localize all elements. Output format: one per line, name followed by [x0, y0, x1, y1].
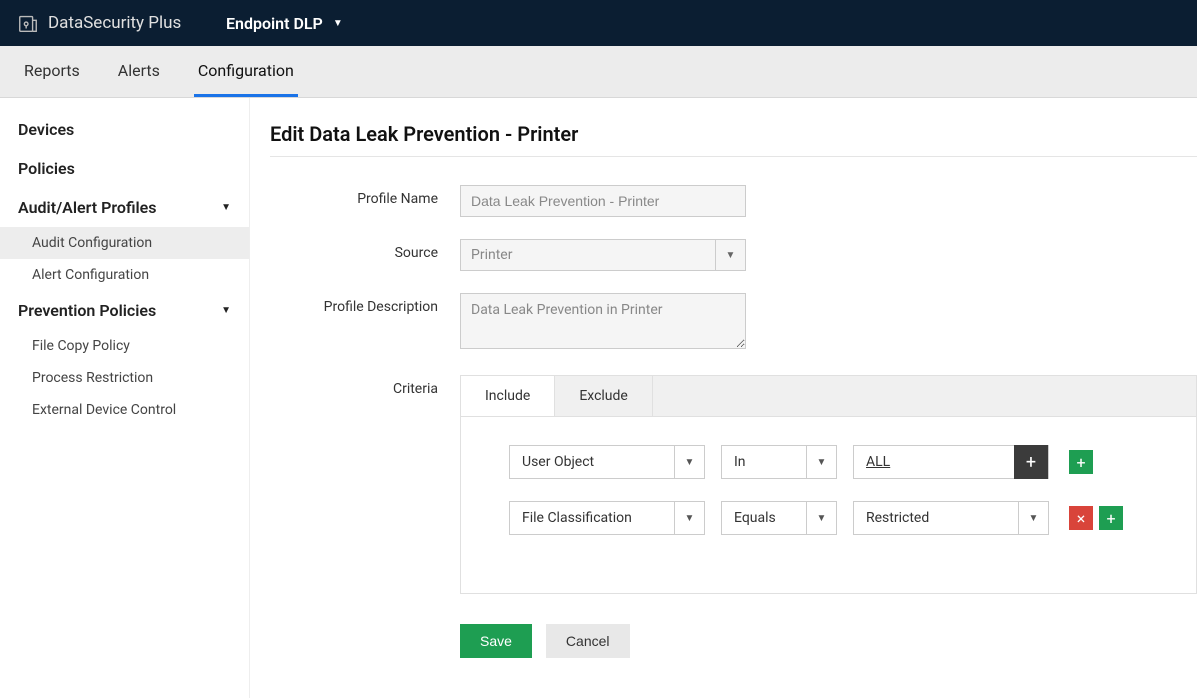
chevron-down-icon: ▼	[221, 202, 231, 213]
chevron-down-icon: ▼	[806, 446, 836, 478]
profile-description-input[interactable]	[460, 293, 746, 349]
sidebar-item-audit-alert-profiles[interactable]: Audit/Alert Profiles ▼	[0, 188, 249, 227]
module-selector[interactable]: Endpoint DLP ▼	[226, 14, 343, 33]
add-value-button[interactable]: +	[1014, 445, 1048, 479]
tab-alerts[interactable]: Alerts	[114, 46, 164, 97]
criteria-row: File Classification ▼ Equals ▼ Restricte…	[509, 501, 1164, 535]
criteria-field-select[interactable]: User Object ▼	[509, 445, 705, 479]
chevron-down-icon: ▼	[333, 18, 343, 29]
product-name: DataSecurity Plus	[48, 13, 181, 33]
source-select[interactable]: Printer ▼	[460, 239, 746, 271]
sidebar-item-devices[interactable]: Devices	[0, 110, 249, 149]
chevron-down-icon: ▼	[1018, 502, 1048, 534]
chevron-down-icon: ▼	[806, 502, 836, 534]
chevron-down-icon: ▼	[221, 305, 231, 316]
app-logo-icon	[16, 11, 40, 35]
sidebar-item-policies[interactable]: Policies	[0, 149, 249, 188]
sidebar-item-process-restriction[interactable]: Process Restriction	[0, 362, 249, 394]
chevron-down-icon: ▼	[674, 502, 704, 534]
save-button[interactable]: Save	[460, 624, 532, 658]
criteria-operator-select[interactable]: In ▼	[721, 445, 837, 479]
main-content: Edit Data Leak Prevention - Printer Prof…	[250, 98, 1197, 698]
criteria-tab-exclude[interactable]: Exclude	[555, 376, 653, 416]
criteria-container: Include Exclude User Object ▼ In ▼	[460, 375, 1197, 594]
cancel-button[interactable]: Cancel	[546, 624, 630, 658]
add-row-button[interactable]: +	[1099, 506, 1123, 530]
criteria-tabs: Include Exclude	[461, 376, 1196, 417]
chevron-down-icon: ▼	[715, 240, 745, 270]
sidebar-item-file-copy-policy[interactable]: File Copy Policy	[0, 330, 249, 362]
criteria-label: Criteria	[270, 375, 460, 397]
tab-configuration[interactable]: Configuration	[194, 46, 298, 97]
sidebar-item-prevention-policies[interactable]: Prevention Policies ▼	[0, 291, 249, 330]
topbar: DataSecurity Plus Endpoint DLP ▼	[0, 0, 1197, 46]
criteria-operator-select[interactable]: Equals ▼	[721, 501, 837, 535]
criteria-value-box[interactable]: ALL +	[853, 445, 1049, 479]
criteria-value-select[interactable]: Restricted ▼	[853, 501, 1049, 535]
action-buttons: Save Cancel	[460, 624, 1197, 658]
source-label: Source	[270, 239, 460, 261]
profile-description-label: Profile Description	[270, 293, 460, 315]
page-title: Edit Data Leak Prevention - Printer	[270, 122, 1197, 157]
tab-reports[interactable]: Reports	[20, 46, 84, 97]
sidebar-item-audit-configuration[interactable]: Audit Configuration	[0, 227, 249, 259]
remove-row-button[interactable]: ×	[1069, 506, 1093, 530]
criteria-tab-include[interactable]: Include	[461, 376, 555, 416]
sidebar-item-external-device-control[interactable]: External Device Control	[0, 394, 249, 426]
criteria-row: User Object ▼ In ▼ ALL + +	[509, 445, 1164, 479]
chevron-down-icon: ▼	[674, 446, 704, 478]
profile-name-label: Profile Name	[270, 185, 460, 207]
profile-name-input[interactable]	[460, 185, 746, 217]
module-name: Endpoint DLP	[226, 14, 323, 33]
add-row-button[interactable]: +	[1069, 450, 1093, 474]
sidebar: Devices Policies Audit/Alert Profiles ▼ …	[0, 98, 250, 698]
sub-nav: Reports Alerts Configuration	[0, 46, 1197, 98]
criteria-field-select[interactable]: File Classification ▼	[509, 501, 705, 535]
sidebar-item-alert-configuration[interactable]: Alert Configuration	[0, 259, 249, 291]
criteria-value-text: ALL	[866, 454, 890, 470]
